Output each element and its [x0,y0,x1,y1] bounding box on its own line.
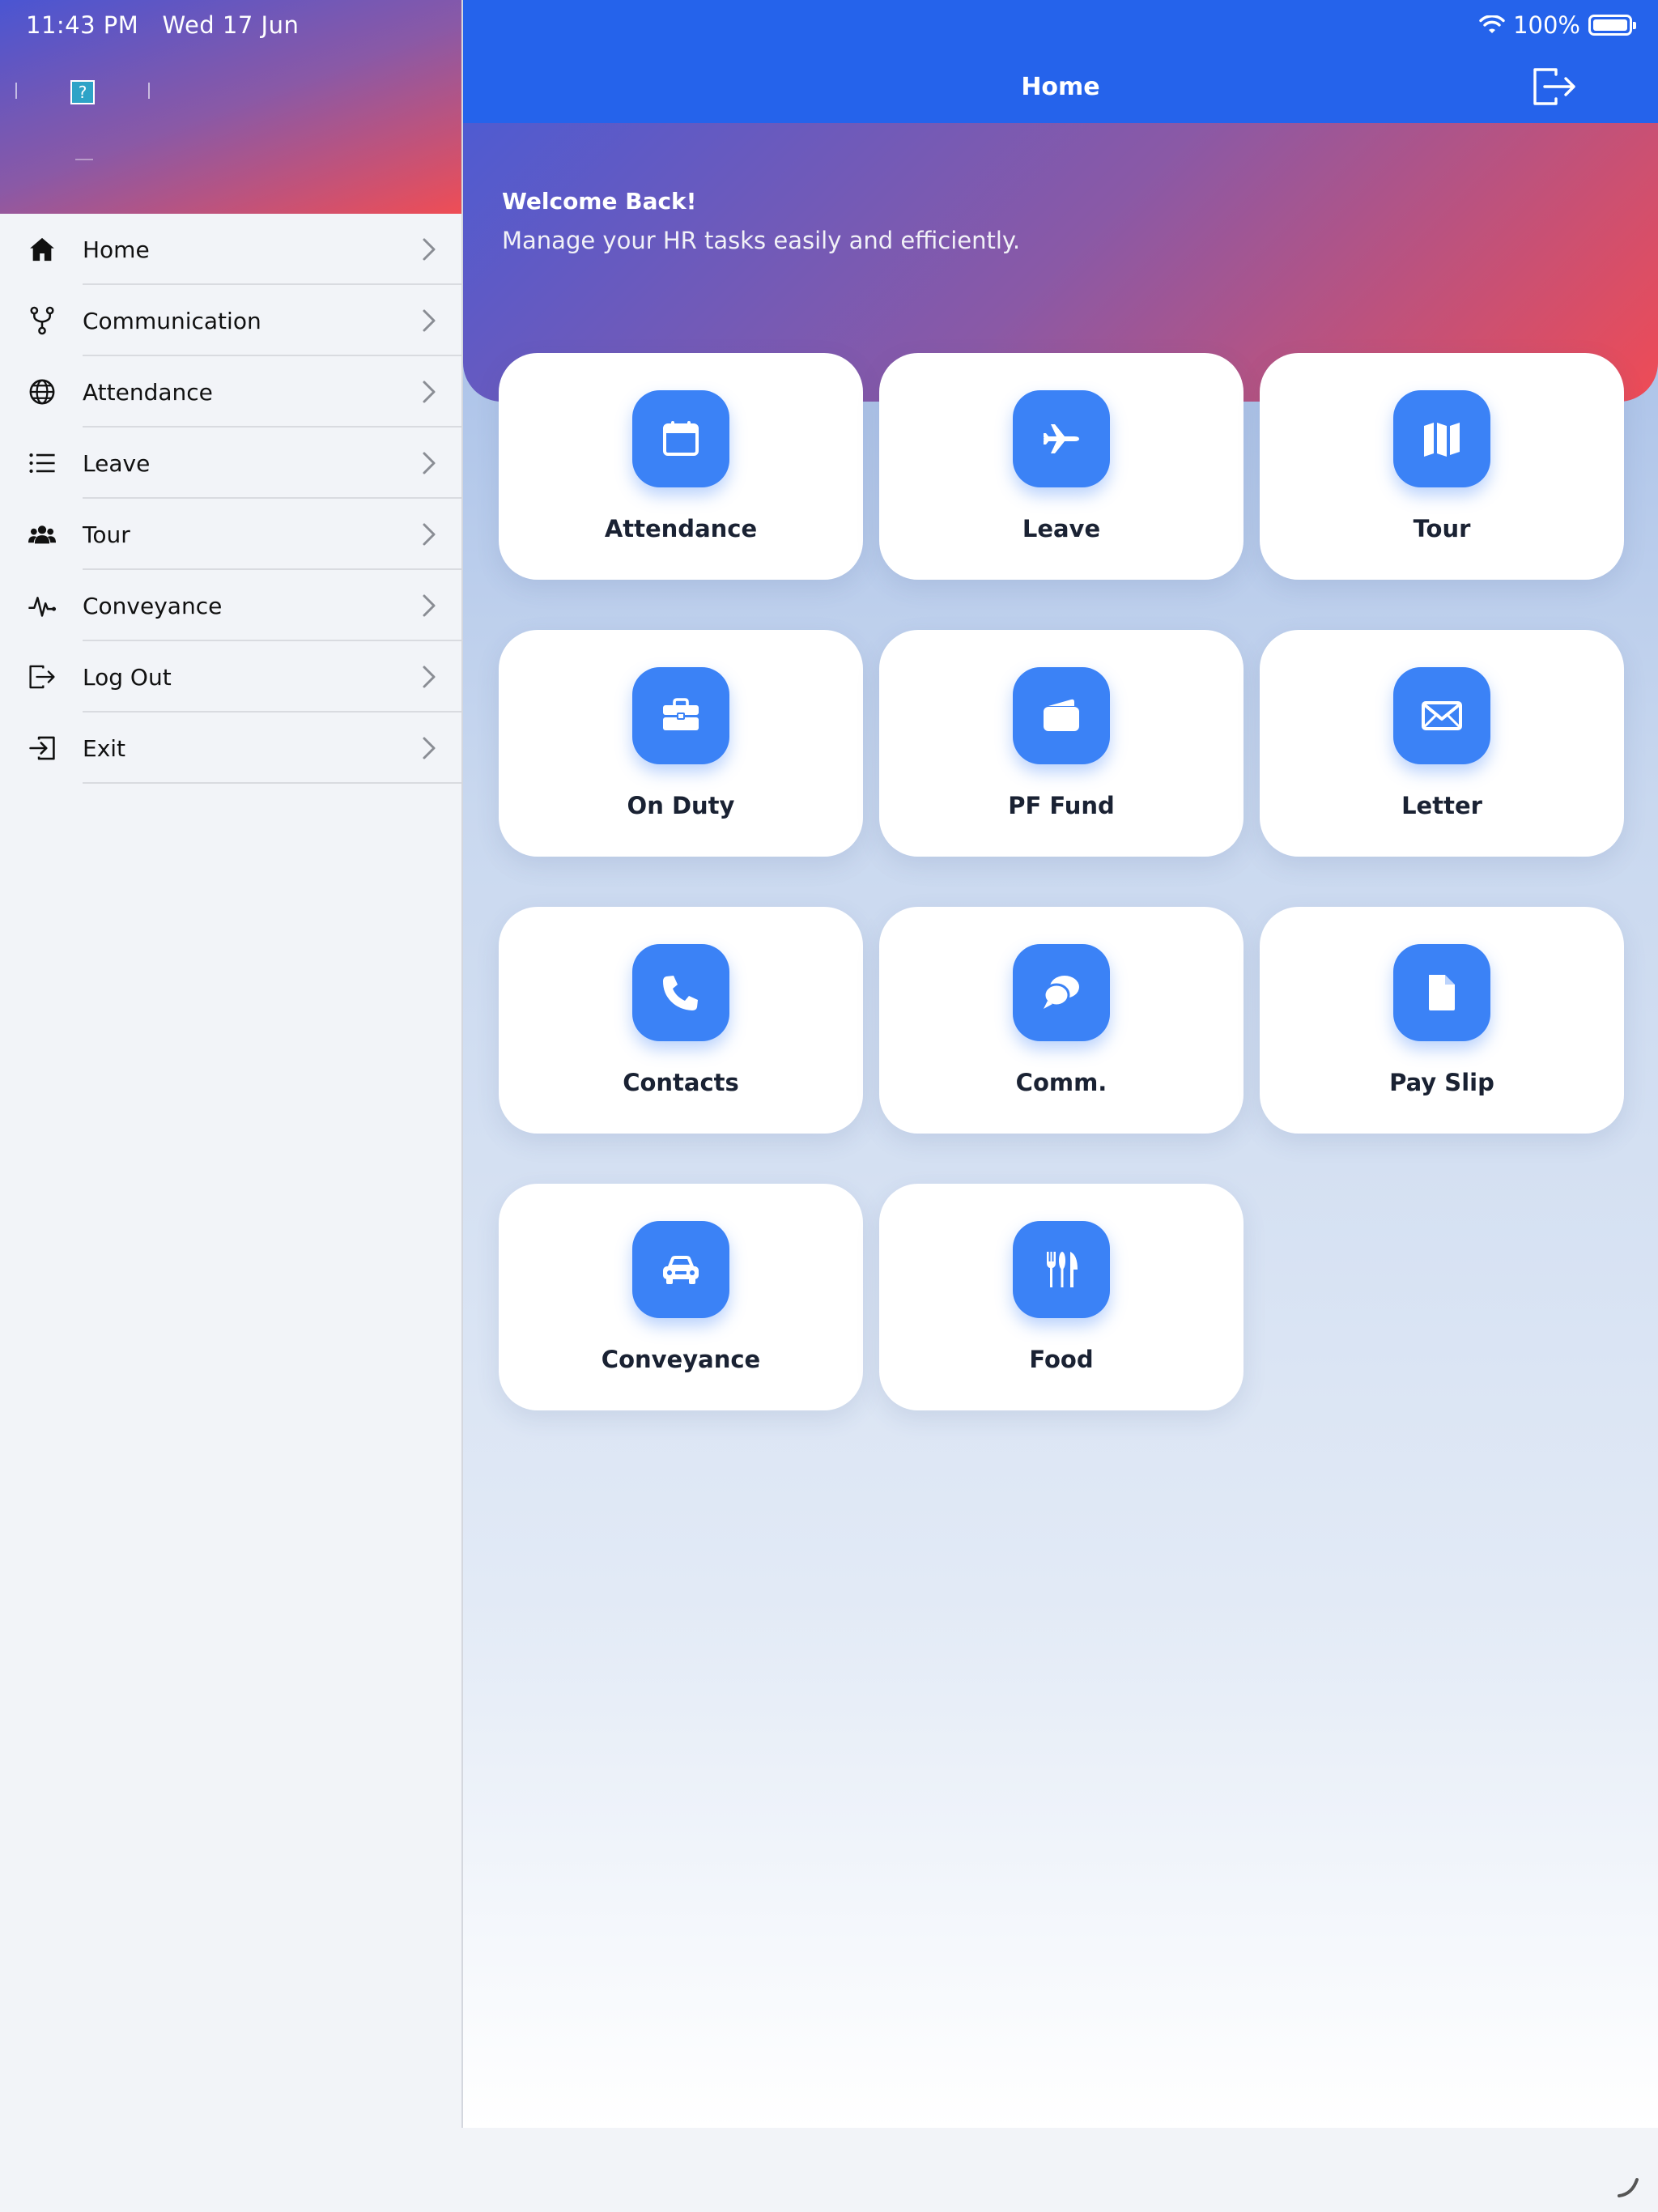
tile-label: Pay Slip [1389,1069,1494,1096]
tile-contacts[interactable]: Contacts [499,907,863,1134]
tile-leave[interactable]: Leave [879,353,1244,580]
utensils-icon [1013,1221,1110,1318]
chat-icon [1013,944,1110,1041]
sidebar-item-home[interactable]: Home [0,214,461,285]
tile-letter[interactable]: Letter [1260,630,1624,857]
sidebar-item-label: Attendance [83,378,213,406]
chevron-right-icon [423,737,436,759]
sidebar-header-divider [15,83,17,99]
tile-label: PF Fund [1008,792,1115,819]
tile-label: On Duty [627,792,735,819]
envelope-icon [1393,667,1490,764]
branch-icon [28,306,57,335]
tile-label: Tour [1413,515,1471,542]
file-icon [1393,944,1490,1041]
sidebar-item-label: Home [83,236,150,263]
car-icon [632,1221,729,1318]
list-icon [28,449,57,478]
tile-label: Comm. [1015,1069,1107,1096]
welcome-title: Welcome Back! [502,188,697,215]
sidebar-item-tour[interactable]: Tour [0,499,461,570]
chevron-right-icon [423,666,436,688]
logout-button-icon[interactable] [1532,66,1577,107]
sidebar-item-conveyance[interactable]: Conveyance [0,570,461,641]
globe-icon [28,377,57,406]
tile-label: Attendance [604,515,758,542]
tile-tour[interactable]: Tour [1260,353,1624,580]
pulse-icon [28,591,57,620]
chevron-right-icon [423,381,436,403]
home-icon [28,235,57,264]
resize-handle-icon [1618,2178,1639,2197]
battery-percent: 100% [1513,11,1580,39]
sidebar-item-log-out[interactable]: Log Out [0,641,461,713]
phone-icon [632,944,729,1041]
battery-icon [1588,15,1636,36]
exit-icon [28,734,57,763]
sidebar: ? Home Communication Attendance Leave To… [0,0,463,2128]
wifi-icon [1479,15,1505,33]
sidebar-item-exit[interactable]: Exit [0,713,461,784]
briefcase-icon [632,667,729,764]
tile-food[interactable]: Food [879,1184,1244,1410]
tile-label: Contacts [623,1069,739,1096]
bottom-strip [0,2128,1658,2212]
sidebar-item-communication[interactable]: Communication [0,285,461,356]
sidebar-item-label: Conveyance [83,592,223,619]
welcome-subtitle: Manage your HR tasks easily and efficien… [502,227,1021,254]
users-icon [28,520,57,549]
help-badge-icon[interactable]: ? [70,80,95,104]
wallet-icon [1013,667,1110,764]
sidebar-item-leave[interactable]: Leave [0,428,461,499]
tile-label: Conveyance [601,1346,761,1373]
tile-conveyance[interactable]: Conveyance [499,1184,863,1410]
status-time: 11:43 PM Wed 17 Jun [26,11,299,39]
sidebar-item-label: Exit [83,734,126,762]
sidebar-header-divider [148,83,150,99]
chevron-right-icon [423,238,436,261]
feature-grid: Attendance Leave Tour On Duty PF Fund Le… [499,353,1624,1410]
tile-pf-fund[interactable]: PF Fund [879,630,1244,857]
plane-icon [1013,390,1110,487]
chevron-right-icon [423,309,436,332]
tile-pay-slip[interactable]: Pay Slip [1260,907,1624,1134]
page-title: Home [1021,73,1100,101]
chevron-right-icon [423,594,436,617]
sidebar-item-attendance[interactable]: Attendance [0,356,461,428]
tile-attendance[interactable]: Attendance [499,353,863,580]
main-content: Home Welcome Back! Manage your HR tasks … [463,0,1658,2128]
status-date-text: Wed 17 Jun [162,11,300,39]
calendar-icon [632,390,729,487]
sidebar-item-label: Log Out [83,663,172,691]
sidebar-menu: Home Communication Attendance Leave Tour… [0,214,461,784]
chevron-right-icon [423,523,436,546]
map-icon [1393,390,1490,487]
tile-label: Letter [1401,792,1482,819]
sidebar-item-label: Communication [83,307,261,334]
sidebar-item-label: Leave [83,449,151,477]
status-time-text: 11:43 PM [26,11,139,39]
status-indicators: 100% [1479,11,1636,39]
chevron-right-icon [423,452,436,474]
sidebar-item-label: Tour [83,521,130,548]
tile-comm[interactable]: Comm. [879,907,1244,1134]
logout-icon [28,662,57,691]
tile-label: Food [1029,1346,1094,1373]
tile-on-duty[interactable]: On Duty [499,630,863,857]
sidebar-header-line [75,159,93,160]
tile-label: Leave [1022,515,1101,542]
